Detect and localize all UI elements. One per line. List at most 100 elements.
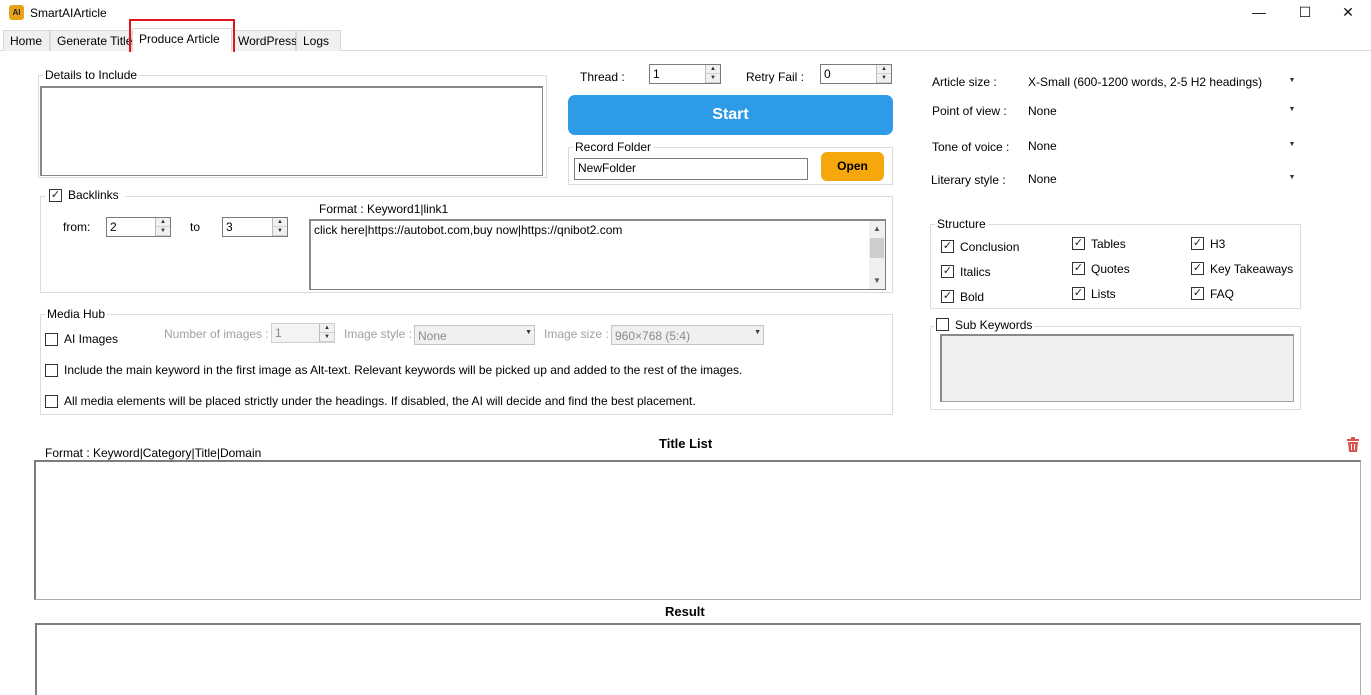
tone-value: None — [1028, 139, 1057, 153]
title-list-textarea[interactable] — [34, 460, 1361, 600]
tone-label: Tone of voice : — [932, 140, 1010, 154]
italics-checkbox[interactable]: ✓ — [941, 265, 954, 278]
thread-value: 1 — [653, 67, 660, 81]
h3-checkbox[interactable]: ✓ — [1191, 237, 1204, 250]
thread-stepper[interactable]: 1 ▲ ▼ — [649, 64, 721, 84]
image-size-label: Image size : — [544, 327, 609, 341]
record-folder-legend: Record Folder — [573, 140, 654, 154]
details-textarea[interactable] — [40, 86, 543, 176]
chevron-down-icon: ▼ — [1284, 101, 1300, 119]
image-style-label: Image style : — [344, 327, 413, 341]
spin-down-icon[interactable]: ▼ — [706, 74, 720, 83]
scroll-up-icon[interactable]: ▲ — [869, 221, 885, 237]
spin-up-icon[interactable]: ▲ — [877, 65, 891, 74]
backlinks-scrollbar[interactable]: ▲ ▼ — [869, 221, 885, 289]
quotes-checkbox[interactable]: ✓ — [1072, 262, 1085, 275]
article-size-select[interactable]: X-Small (600-1200 words, 2-5 H2 headings… — [1025, 72, 1300, 92]
chevron-down-icon: ▼ — [754, 329, 761, 336]
backlinks-to-label: to — [190, 220, 201, 234]
backlinks-from-stepper[interactable]: 2 ▲ ▼ — [106, 217, 171, 237]
faq-label: FAQ — [1210, 287, 1235, 301]
chevron-down-icon: ▼ — [1284, 136, 1300, 154]
backlinks-label: Backlinks — [68, 188, 119, 202]
h3-label: H3 — [1210, 237, 1226, 251]
chevron-down-icon: ▼ — [1284, 72, 1300, 90]
close-button[interactable]: ✕ — [1325, 0, 1371, 26]
quotes-label: Quotes — [1091, 262, 1130, 276]
retry-label: Retry Fail : — [746, 70, 805, 84]
literary-select[interactable]: None ▼ — [1025, 169, 1300, 189]
start-button[interactable]: Start — [568, 95, 893, 135]
conclusion-checkbox[interactable]: ✓ — [941, 240, 954, 253]
sub-keywords-textarea[interactable] — [940, 334, 1294, 402]
scroll-down-icon[interactable]: ▼ — [869, 273, 885, 289]
backlinks-text: click here|https://autobot.com,buy now|h… — [314, 223, 623, 237]
title-list-heading: Title List — [659, 436, 713, 451]
media-hub-legend: Media Hub — [45, 307, 108, 321]
pov-select[interactable]: None ▼ — [1025, 101, 1300, 121]
lists-label: Lists — [1091, 287, 1116, 301]
tab-home[interactable]: Home — [3, 30, 50, 51]
sub-keywords-checkbox[interactable] — [936, 318, 949, 331]
placement-label: All media elements will be placed strict… — [64, 394, 696, 408]
bold-checkbox[interactable]: ✓ — [941, 290, 954, 303]
num-images-value: 1 — [275, 326, 282, 340]
backlinks-from-label: from: — [63, 220, 91, 234]
image-style-value: None — [418, 329, 447, 343]
key-takeaways-label: Key Takeaways — [1210, 262, 1294, 276]
result-textarea[interactable] — [35, 623, 1361, 695]
chevron-down-icon: ▼ — [1284, 169, 1300, 187]
num-images-stepper[interactable]: 1 ▲ ▼ — [271, 323, 335, 343]
maximize-button[interactable]: ☐ — [1282, 0, 1328, 26]
key-takeaways-checkbox[interactable]: ✓ — [1191, 262, 1204, 275]
thread-label: Thread : — [580, 70, 625, 84]
conclusion-label: Conclusion — [960, 240, 1020, 254]
spin-up-icon[interactable]: ▲ — [320, 324, 334, 333]
num-images-label: Number of images : — [164, 327, 269, 341]
trash-icon[interactable] — [1344, 435, 1362, 453]
ai-images-checkbox[interactable] — [45, 333, 58, 346]
spin-down-icon[interactable]: ▼ — [877, 74, 891, 83]
spin-up-icon[interactable]: ▲ — [706, 65, 720, 74]
spin-up-icon[interactable]: ▲ — [273, 218, 287, 227]
image-size-value: 960×768 (5:4) — [615, 329, 691, 343]
literary-value: None — [1028, 172, 1057, 186]
minimize-button[interactable]: — — [1236, 0, 1282, 26]
backlinks-to-value: 3 — [226, 220, 233, 234]
spin-down-icon[interactable]: ▼ — [320, 333, 334, 342]
retry-stepper[interactable]: 0 ▲ ▼ — [820, 64, 892, 84]
lists-checkbox[interactable]: ✓ — [1072, 287, 1085, 300]
alt-text-label: Include the main keyword in the first im… — [64, 363, 743, 377]
image-style-select[interactable]: None ▼ — [414, 325, 535, 345]
open-folder-button[interactable]: Open — [821, 152, 884, 181]
tab-wordpress[interactable]: WordPress — [231, 30, 297, 51]
article-size-value: X-Small (600-1200 words, 2-5 H2 headings… — [1028, 75, 1263, 89]
tables-checkbox[interactable]: ✓ — [1072, 237, 1085, 250]
sub-keywords-label: Sub Keywords — [955, 318, 1033, 332]
scroll-thumb[interactable] — [870, 238, 884, 258]
record-folder-input[interactable]: NewFolder — [574, 158, 808, 180]
tables-label: Tables — [1091, 237, 1126, 251]
alt-text-checkbox[interactable] — [45, 364, 58, 377]
app-logo-icon: AI — [9, 5, 24, 20]
tab-logs[interactable]: Logs — [296, 30, 341, 51]
faq-checkbox[interactable]: ✓ — [1191, 287, 1204, 300]
backlinks-format-label: Format : Keyword1|link1 — [319, 202, 449, 216]
article-size-label: Article size : — [932, 75, 997, 89]
tab-generate-title[interactable]: Generate Title — [50, 30, 132, 51]
backlinks-textarea[interactable]: click here|https://autobot.com,buy now|h… — [309, 219, 886, 290]
spin-down-icon[interactable]: ▼ — [273, 227, 287, 236]
pov-value: None — [1028, 104, 1057, 118]
placement-checkbox[interactable] — [45, 395, 58, 408]
backlinks-to-stepper[interactable]: 3 ▲ ▼ — [222, 217, 288, 237]
retry-value: 0 — [824, 67, 831, 81]
spin-up-icon[interactable]: ▲ — [156, 218, 170, 227]
image-size-select[interactable]: 960×768 (5:4) ▼ — [611, 325, 764, 345]
produce-article-panel: Details to Include Thread : 1 ▲ ▼ Retry F… — [0, 52, 1371, 695]
structure-legend: Structure — [935, 217, 988, 231]
literary-label: Literary style : — [931, 173, 1006, 187]
details-legend: Details to Include — [43, 68, 140, 82]
tone-select[interactable]: None ▼ — [1025, 136, 1300, 156]
backlinks-checkbox[interactable]: ✓ — [49, 189, 62, 202]
spin-down-icon[interactable]: ▼ — [156, 227, 170, 236]
